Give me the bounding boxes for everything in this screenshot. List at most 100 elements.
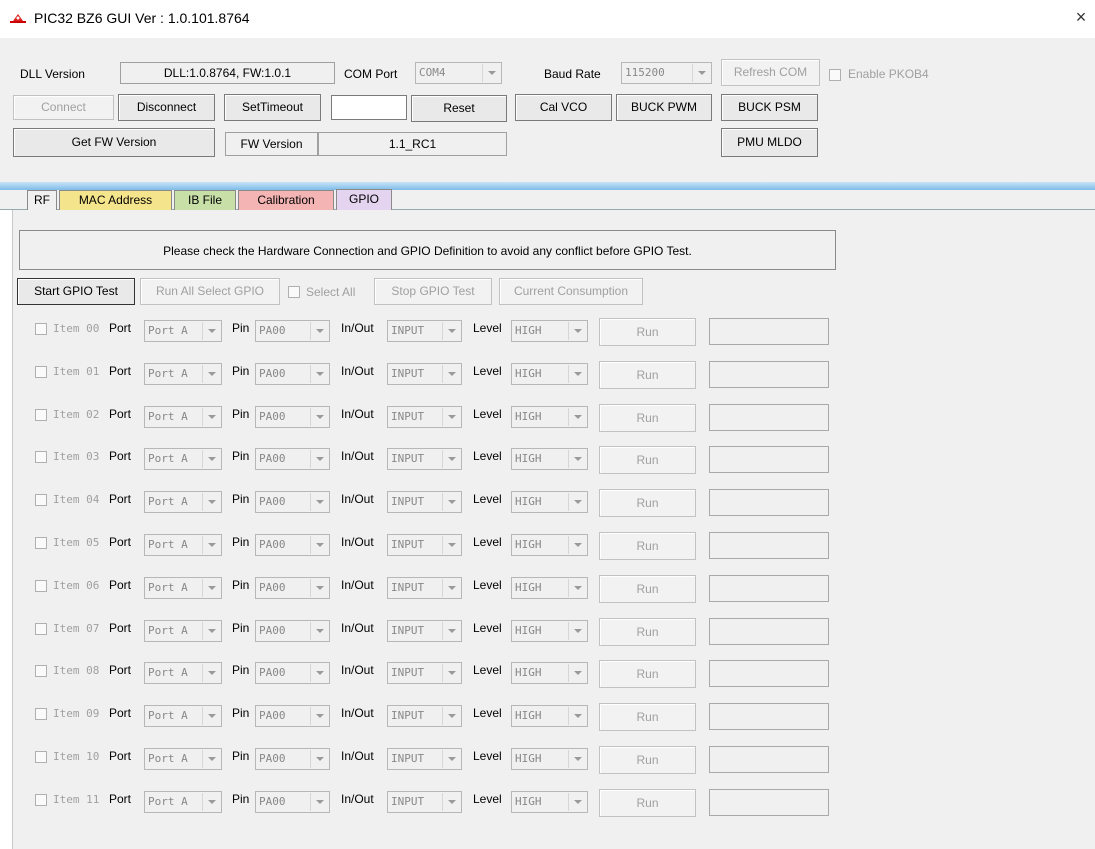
current-consumption-button[interactable]: Current Consumption: [499, 278, 643, 305]
tab-mac-address[interactable]: MAC Address: [59, 190, 172, 210]
gpio-item-checkbox[interactable]: [35, 366, 47, 378]
run-button[interactable]: Run: [599, 618, 696, 646]
pin-select[interactable]: PA00: [255, 791, 330, 813]
run-button[interactable]: Run: [599, 361, 696, 389]
gpio-item-checkbox[interactable]: [35, 665, 47, 677]
stop-gpio-test-button[interactable]: Stop GPIO Test: [374, 278, 492, 305]
run-button[interactable]: Run: [599, 404, 696, 432]
run-button[interactable]: Run: [599, 446, 696, 474]
gpio-item-checkbox[interactable]: [35, 580, 47, 592]
gpio-item-checkbox[interactable]: [35, 451, 47, 463]
timeout-input[interactable]: [331, 95, 407, 120]
port-select[interactable]: Port A: [144, 448, 222, 470]
level-select[interactable]: HIGH: [511, 662, 588, 684]
run-button[interactable]: Run: [599, 489, 696, 517]
reset-button[interactable]: Reset: [411, 95, 507, 122]
direction-select[interactable]: INPUT: [387, 320, 462, 342]
get-fw-version-button[interactable]: Get FW Version: [13, 128, 215, 157]
run-button[interactable]: Run: [599, 660, 696, 688]
level-select[interactable]: HIGH: [511, 791, 588, 813]
pmu-mldo-button[interactable]: PMU MLDO: [721, 128, 818, 157]
select-all-checkbox[interactable]: [288, 286, 300, 298]
pin-select[interactable]: PA00: [255, 406, 330, 428]
direction-select[interactable]: INPUT: [387, 662, 462, 684]
level-select[interactable]: HIGH: [511, 705, 588, 727]
chevron-down-icon: [482, 64, 500, 82]
gpio-item-checkbox[interactable]: [35, 794, 47, 806]
set-timeout-button[interactable]: SetTimeout: [224, 94, 321, 121]
level-select[interactable]: HIGH: [511, 620, 588, 642]
direction-select[interactable]: INPUT: [387, 705, 462, 727]
level-select[interactable]: HIGH: [511, 491, 588, 513]
pin-select[interactable]: PA00: [255, 662, 330, 684]
gpio-item-checkbox[interactable]: [35, 494, 47, 506]
baud-rate-select[interactable]: 115200: [621, 62, 712, 84]
pin-select[interactable]: PA00: [255, 748, 330, 770]
chevron-down-icon: [310, 408, 328, 426]
enable-pkob4-checkbox[interactable]: [829, 69, 841, 81]
pin-select[interactable]: PA00: [255, 448, 330, 470]
port-select[interactable]: Port A: [144, 748, 222, 770]
run-all-select-gpio-button[interactable]: Run All Select GPIO: [140, 278, 280, 305]
direction-select[interactable]: INPUT: [387, 577, 462, 599]
refresh-com-button[interactable]: Refresh COM: [721, 59, 820, 86]
start-gpio-test-button[interactable]: Start GPIO Test: [17, 278, 135, 305]
tab-ib-file[interactable]: IB File: [174, 190, 236, 210]
level-select[interactable]: HIGH: [511, 406, 588, 428]
run-button[interactable]: Run: [599, 746, 696, 774]
tab-calibration[interactable]: Calibration: [238, 190, 334, 210]
port-select[interactable]: Port A: [144, 363, 222, 385]
port-select[interactable]: Port A: [144, 662, 222, 684]
gpio-item-checkbox[interactable]: [35, 623, 47, 635]
port-select[interactable]: Port A: [144, 577, 222, 599]
level-select[interactable]: HIGH: [511, 577, 588, 599]
port-select[interactable]: Port A: [144, 705, 222, 727]
tab-rf[interactable]: RF: [27, 190, 57, 210]
port-select[interactable]: Port A: [144, 491, 222, 513]
direction-select[interactable]: INPUT: [387, 534, 462, 556]
direction-select[interactable]: INPUT: [387, 363, 462, 385]
gpio-item-checkbox[interactable]: [35, 323, 47, 335]
run-button[interactable]: Run: [599, 703, 696, 731]
level-select[interactable]: HIGH: [511, 534, 588, 556]
gpio-item-checkbox[interactable]: [35, 409, 47, 421]
direction-select[interactable]: INPUT: [387, 791, 462, 813]
pin-select[interactable]: PA00: [255, 363, 330, 385]
port-select[interactable]: Port A: [144, 620, 222, 642]
port-select[interactable]: Port A: [144, 320, 222, 342]
pin-select[interactable]: PA00: [255, 577, 330, 599]
close-icon[interactable]: ×: [1072, 7, 1090, 28]
level-select[interactable]: HIGH: [511, 320, 588, 342]
level-select[interactable]: HIGH: [511, 363, 588, 385]
pin-select[interactable]: PA00: [255, 491, 330, 513]
buck-psm-button[interactable]: BUCK PSM: [721, 94, 818, 121]
buck-pwm-button[interactable]: BUCK PWM: [616, 94, 712, 121]
run-button[interactable]: Run: [599, 318, 696, 346]
port-select[interactable]: Port A: [144, 791, 222, 813]
run-button[interactable]: Run: [599, 575, 696, 603]
gpio-item-checkbox[interactable]: [35, 537, 47, 549]
disconnect-button[interactable]: Disconnect: [118, 94, 215, 121]
direction-select[interactable]: INPUT: [387, 406, 462, 428]
pin-select[interactable]: PA00: [255, 620, 330, 642]
run-button[interactable]: Run: [599, 532, 696, 560]
gpio-item-checkbox[interactable]: [35, 708, 47, 720]
pin-select[interactable]: PA00: [255, 320, 330, 342]
level-select[interactable]: HIGH: [511, 448, 588, 470]
tab-gpio[interactable]: GPIO: [336, 189, 392, 211]
com-port-select[interactable]: COM4: [415, 62, 502, 84]
direction-select[interactable]: INPUT: [387, 491, 462, 513]
level-select[interactable]: HIGH: [511, 748, 588, 770]
pin-select[interactable]: PA00: [255, 534, 330, 556]
port-select[interactable]: Port A: [144, 406, 222, 428]
cal-vco-button[interactable]: Cal VCO: [515, 94, 612, 121]
direction-select[interactable]: INPUT: [387, 620, 462, 642]
connect-button[interactable]: Connect: [13, 95, 114, 120]
gpio-item-checkbox[interactable]: [35, 751, 47, 763]
direction-select[interactable]: INPUT: [387, 448, 462, 470]
pin-select[interactable]: PA00: [255, 705, 330, 727]
port-select[interactable]: Port A: [144, 534, 222, 556]
direction-select[interactable]: INPUT: [387, 748, 462, 770]
run-button[interactable]: Run: [599, 789, 696, 817]
chevron-down-icon: [442, 664, 460, 682]
